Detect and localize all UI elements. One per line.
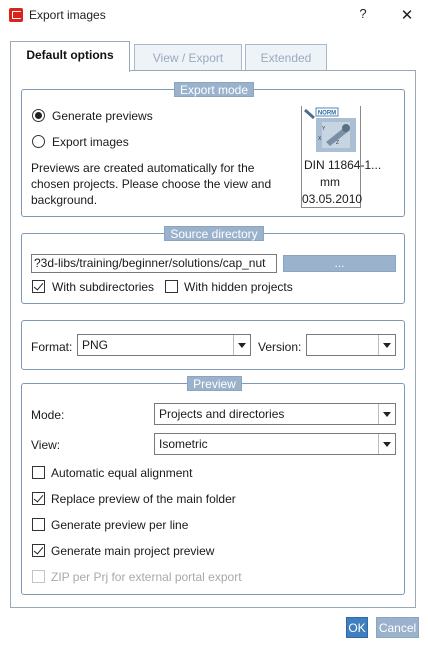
with-subdirectories-checkbox[interactable] [32,280,45,293]
version-select[interactable] [306,334,396,356]
generate-preview-per-line-label[interactable]: Generate preview per line [51,518,188,532]
automatic-equal-alignment-label[interactable]: Automatic equal alignment [51,466,192,480]
with-hidden-projects-checkbox[interactable] [165,280,178,293]
export-images-radio[interactable] [32,135,45,148]
close-icon[interactable]: ✕ [398,6,416,24]
help-button[interactable]: ? [355,6,371,24]
preview-caption-line-3: 03.05.2010 [302,192,363,206]
generate-preview-per-line-checkbox[interactable] [32,518,45,531]
generate-main-project-preview-label[interactable]: Generate main project preview [51,544,214,558]
export-mode-description-line-2: chosen projects. Please choose the view … [31,177,272,191]
ok-button[interactable]: OK [346,617,368,638]
preview-caption-line-2: mm [320,175,340,189]
browse-button[interactable]: ... [283,255,396,272]
format-select-value: PNG [82,338,109,352]
tab-extended[interactable]: Extended [245,44,327,72]
generate-previews-radio[interactable] [32,109,45,122]
zip-per-prj-checkbox [32,570,45,583]
preview-image: NORM Y X Z [301,106,361,154]
mode-select-value: Projects and directories [159,407,285,421]
norm-logo-text: NORM [318,111,336,117]
export-mode-description-line-1: Previews are created automatically for t… [31,161,255,175]
view-select[interactable]: Isometric [154,433,396,455]
source-directory-legend: Source directory [164,226,264,241]
automatic-equal-alignment-checkbox[interactable] [32,466,45,479]
cancel-button[interactable]: Cancel [376,617,419,638]
export-mode-description-line-3: background. [31,193,98,207]
format-label: Format: [31,340,73,354]
chevron-down-icon[interactable] [378,335,395,355]
tab-default-options[interactable]: Default options [10,41,130,72]
mode-label: Mode: [31,408,65,422]
view-select-value: Isometric [159,437,208,451]
format-select[interactable]: PNG [77,334,251,356]
generate-main-project-preview-checkbox[interactable] [32,544,45,557]
preview-legend: Preview [187,376,242,391]
with-hidden-projects-label[interactable]: With hidden projects [184,280,293,294]
view-label: View: [31,438,61,452]
chevron-down-icon[interactable] [378,434,395,454]
chevron-down-icon[interactable] [378,404,395,424]
app-icon [9,8,23,22]
source-path-field[interactable]: ?3d-libs/training/beginner/solutions/cap… [31,254,277,273]
preview-caption-line-1: DIN 11864-1... [304,158,382,172]
version-label: Version: [258,340,302,354]
chevron-down-icon[interactable] [233,335,250,355]
with-subdirectories-label[interactable]: With subdirectories [52,280,154,294]
svg-text:Z: Z [336,140,339,146]
generate-previews-label[interactable]: Generate previews [52,109,153,123]
title-bar: Export images ? ✕ [0,0,428,30]
export-images-label[interactable]: Export images [52,135,129,149]
replace-preview-main-folder-checkbox[interactable] [32,492,45,505]
export-mode-legend: Export mode [174,82,254,97]
tab-view-export[interactable]: View / Export [134,44,242,72]
zip-per-prj-label: ZIP per Prj for external portal export [51,570,242,584]
part-preview-icon: NORM Y X Z [304,107,356,152]
window-title: Export images [29,8,106,22]
replace-preview-main-folder-label[interactable]: Replace preview of the main folder [51,492,236,506]
mode-select[interactable]: Projects and directories [154,403,396,425]
